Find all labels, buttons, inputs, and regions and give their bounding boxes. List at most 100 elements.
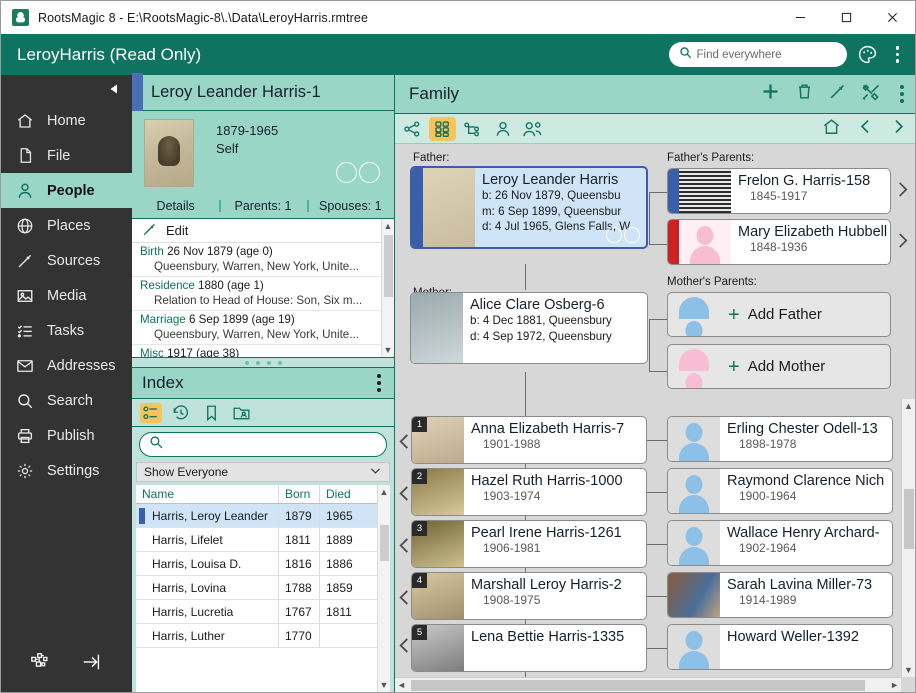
sidebar-item-file[interactable]: File: [1, 138, 132, 173]
close-button[interactable]: [869, 1, 915, 34]
sidebar-item-places[interactable]: Places: [1, 208, 132, 243]
table-row[interactable]: Harris, Luther 1770: [136, 624, 390, 648]
minimize-button[interactable]: [777, 1, 823, 34]
tab-spouses[interactable]: Spouses: 1: [306, 199, 394, 213]
scroll-thumb[interactable]: [411, 679, 865, 691]
spouse-card[interactable]: Wallace Henry Archard- 1902-1964: [667, 520, 893, 566]
tab-details[interactable]: Details: [132, 199, 219, 213]
fact-row[interactable]: Misc 1917 (age 38) had a lightening stri…: [132, 345, 394, 357]
scroll-down-icon[interactable]: ▼: [904, 665, 913, 675]
find-everywhere-box[interactable]: [668, 42, 847, 67]
person-photo[interactable]: [144, 119, 194, 187]
sidebar-item-addresses[interactable]: Addresses: [1, 348, 132, 383]
tab-pedigree[interactable]: [399, 117, 426, 141]
table-row[interactable]: Harris, Lovina 1788 1859: [136, 576, 390, 600]
father-card[interactable]: Leroy Leander Harris b: 26 Nov 1879, Que…: [410, 166, 648, 249]
edit-row[interactable]: Edit: [132, 219, 394, 243]
spouse-card[interactable]: Sarah Lavina Miller-73 1914-1989: [667, 572, 893, 618]
fact-row[interactable]: Residence 1880 (age 1) Relation to Head …: [132, 277, 394, 311]
table-row[interactable]: Harris, Lucretia 1767 1811: [136, 600, 390, 624]
search-input[interactable]: [696, 48, 837, 61]
scroll-up-icon[interactable]: ▲: [384, 221, 393, 231]
grandparent-card[interactable]: Mary Elizabeth Hubbell 1848-1936: [667, 219, 891, 265]
chevron-left-icon[interactable]: [857, 118, 874, 140]
sidebar-item-search[interactable]: Search: [1, 383, 132, 418]
pencil-icon[interactable]: [828, 82, 847, 106]
child-card[interactable]: 2 Hazel Ruth Harris-1000 1903-1974: [411, 468, 647, 516]
index-filter-select[interactable]: Show Everyone: [136, 462, 390, 482]
facts-pager-dots[interactable]: [132, 358, 394, 367]
scroll-thumb[interactable]: [903, 489, 914, 549]
prev-child-icon[interactable]: [397, 636, 412, 655]
facts-scrollbar[interactable]: ▲ ▼: [381, 219, 394, 357]
prev-child-icon[interactable]: [397, 432, 412, 451]
expand-grandfather-icon[interactable]: [895, 180, 910, 199]
child-card[interactable]: 4 Marshall Leroy Harris-2 1908-1975: [411, 572, 647, 620]
maximize-button[interactable]: [823, 1, 869, 34]
scroll-left-icon[interactable]: ◄: [397, 680, 406, 690]
column-header-died[interactable]: Died: [319, 485, 360, 503]
sidebar-item-settings[interactable]: Settings: [1, 453, 132, 488]
tab-descendant[interactable]: [459, 117, 486, 141]
add-mother-button[interactable]: + Add Mother: [667, 344, 891, 389]
add-father-button[interactable]: + Add Father: [667, 292, 891, 337]
scroll-thumb[interactable]: [383, 235, 393, 297]
trash-icon[interactable]: [795, 82, 814, 106]
index-menu-icon[interactable]: [377, 374, 381, 392]
child-card[interactable]: 1 Anna Elizabeth Harris-7 1901-1988: [411, 416, 647, 464]
fact-row[interactable]: Birth 26 Nov 1879 (age 0) Queensbury, Wa…: [132, 243, 394, 277]
family-horizontal-scrollbar[interactable]: ◄ ►: [395, 677, 901, 692]
people-list-icon[interactable]: [140, 402, 162, 423]
sidebar-item-media[interactable]: Media: [1, 278, 132, 313]
sidebar-item-publish[interactable]: Publish: [1, 418, 132, 453]
index-search-box[interactable]: [139, 432, 387, 457]
column-header-born[interactable]: Born: [278, 485, 319, 503]
table-row[interactable]: Harris, Lifelet 1811 1889: [136, 528, 390, 552]
sidebar-item-people[interactable]: People: [1, 173, 132, 208]
grandparent-card[interactable]: Frelon G. Harris-158 1845-1917: [667, 168, 891, 214]
chevron-right-icon[interactable]: [890, 118, 907, 140]
sidebar-item-home[interactable]: Home: [1, 103, 132, 138]
tree-chart-icon[interactable]: [30, 651, 52, 678]
tab-people[interactable]: [519, 117, 546, 141]
sidebar-collapse-icon[interactable]: [1, 75, 132, 103]
plus-icon[interactable]: [760, 81, 781, 107]
sidebar-item-tasks[interactable]: Tasks: [1, 313, 132, 348]
spouse-card[interactable]: Erling Chester Odell-13 1898-1978: [667, 416, 893, 462]
family-menu-icon[interactable]: [895, 85, 909, 103]
bookmark-icon[interactable]: [200, 403, 222, 423]
child-card[interactable]: 5 Lena Bettie Harris-1335: [411, 624, 647, 672]
scroll-up-icon[interactable]: ▲: [904, 401, 913, 411]
scroll-thumb[interactable]: [379, 525, 389, 561]
prev-child-icon[interactable]: [397, 588, 412, 607]
scroll-up-icon[interactable]: ▲: [380, 487, 389, 497]
spouse-card[interactable]: Howard Weller-1392: [667, 624, 893, 670]
prev-child-icon[interactable]: [397, 484, 412, 503]
app-menu-icon[interactable]: [888, 46, 908, 63]
tab-person[interactable]: [489, 117, 516, 141]
spouse-card[interactable]: Raymond Clarence Nich 1900-1964: [667, 468, 893, 514]
scroll-down-icon[interactable]: ▼: [384, 345, 393, 355]
mother-card[interactable]: Alice Clare Osberg-6 b: 4 Dec 1881, Quee…: [410, 292, 648, 364]
scroll-right-icon[interactable]: ►: [890, 680, 899, 690]
group-folder-icon[interactable]: [230, 403, 252, 423]
expand-grandmother-icon[interactable]: [895, 231, 910, 250]
tab-parents[interactable]: Parents: 1: [219, 199, 306, 213]
tools-icon[interactable]: [861, 82, 881, 107]
prev-child-icon[interactable]: [397, 536, 412, 555]
home-icon[interactable]: [822, 117, 841, 141]
logout-icon[interactable]: [81, 651, 103, 678]
index-scrollbar[interactable]: ▲ ▼: [377, 485, 390, 692]
tab-family-grid[interactable]: [429, 116, 456, 141]
history-icon[interactable]: [170, 403, 192, 423]
index-search-input[interactable]: [163, 437, 377, 452]
fact-row[interactable]: Marriage 6 Sep 1899 (age 19) Queensbury,…: [132, 311, 394, 345]
scroll-down-icon[interactable]: ▼: [380, 680, 389, 690]
table-row[interactable]: Harris, Leroy Leander 1879 1965: [136, 504, 390, 528]
family-vertical-scrollbar[interactable]: ▲ ▼: [901, 399, 915, 677]
palette-icon[interactable]: [857, 44, 878, 65]
sidebar-item-sources[interactable]: Sources: [1, 243, 132, 278]
column-header-name[interactable]: Name: [136, 485, 278, 503]
child-card[interactable]: 3 Pearl Irene Harris-1261 1906-1981: [411, 520, 647, 568]
table-row[interactable]: Harris, Louisa D. 1816 1886: [136, 552, 390, 576]
